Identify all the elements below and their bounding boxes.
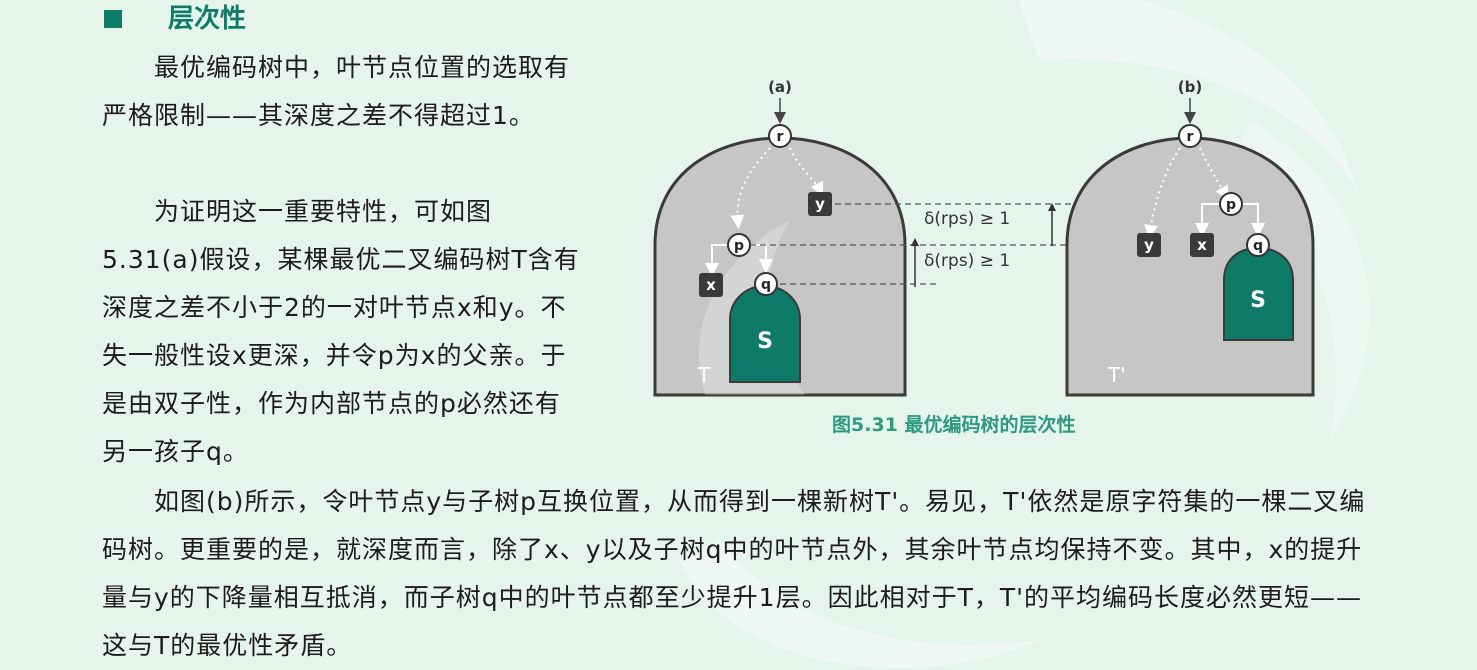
- tree-label-t: T: [697, 363, 711, 387]
- square-bullet-icon: [104, 10, 122, 28]
- node-p-label: p: [1226, 197, 1236, 213]
- paragraph: 如图(b)所示，令叶节点y与子树p互换位置，从而得到一棵新树T'。易见，T'依然…: [102, 487, 1366, 660]
- figure-optimal-tree-layering: S T (a) r y p x q δ(rps) ≥ 1 δ(rps) ≥ 1 …: [653, 78, 1315, 397]
- paragraph: 为证明这一重要特性，可如图5.31(a)假设，某棵最优二叉编码树T含有深度之差不…: [102, 197, 580, 466]
- delta-label-upper: δ(rps) ≥ 1: [924, 209, 1010, 229]
- paragraph: 最优编码树中，叶节点位置的选取有严格限制——其深度之差不得超过1。: [102, 53, 571, 130]
- node-y-label: y: [1144, 236, 1154, 254]
- label-a: (a): [768, 78, 792, 96]
- tree-label-t-prime: T': [1107, 363, 1126, 387]
- node-r-label: r: [777, 129, 784, 145]
- node-p-label: p: [734, 238, 744, 254]
- node-q-label: q: [761, 277, 771, 293]
- node-x-label: x: [706, 276, 716, 294]
- figure-caption: 图5.31 最优编码树的层次性: [832, 414, 1076, 436]
- label-b: (b): [1178, 78, 1202, 96]
- section-title: 层次性: [168, 4, 247, 34]
- node-x-label: x: [1197, 236, 1207, 254]
- section-heading: 层次性: [104, 2, 246, 36]
- delta-label-lower: δ(rps) ≥ 1: [924, 251, 1010, 271]
- node-r-label: r: [1187, 129, 1194, 145]
- node-y-label: y: [815, 195, 825, 213]
- subtree-label: S: [757, 329, 773, 354]
- node-q-label: q: [1253, 238, 1263, 254]
- subtree-label: S: [1250, 288, 1266, 313]
